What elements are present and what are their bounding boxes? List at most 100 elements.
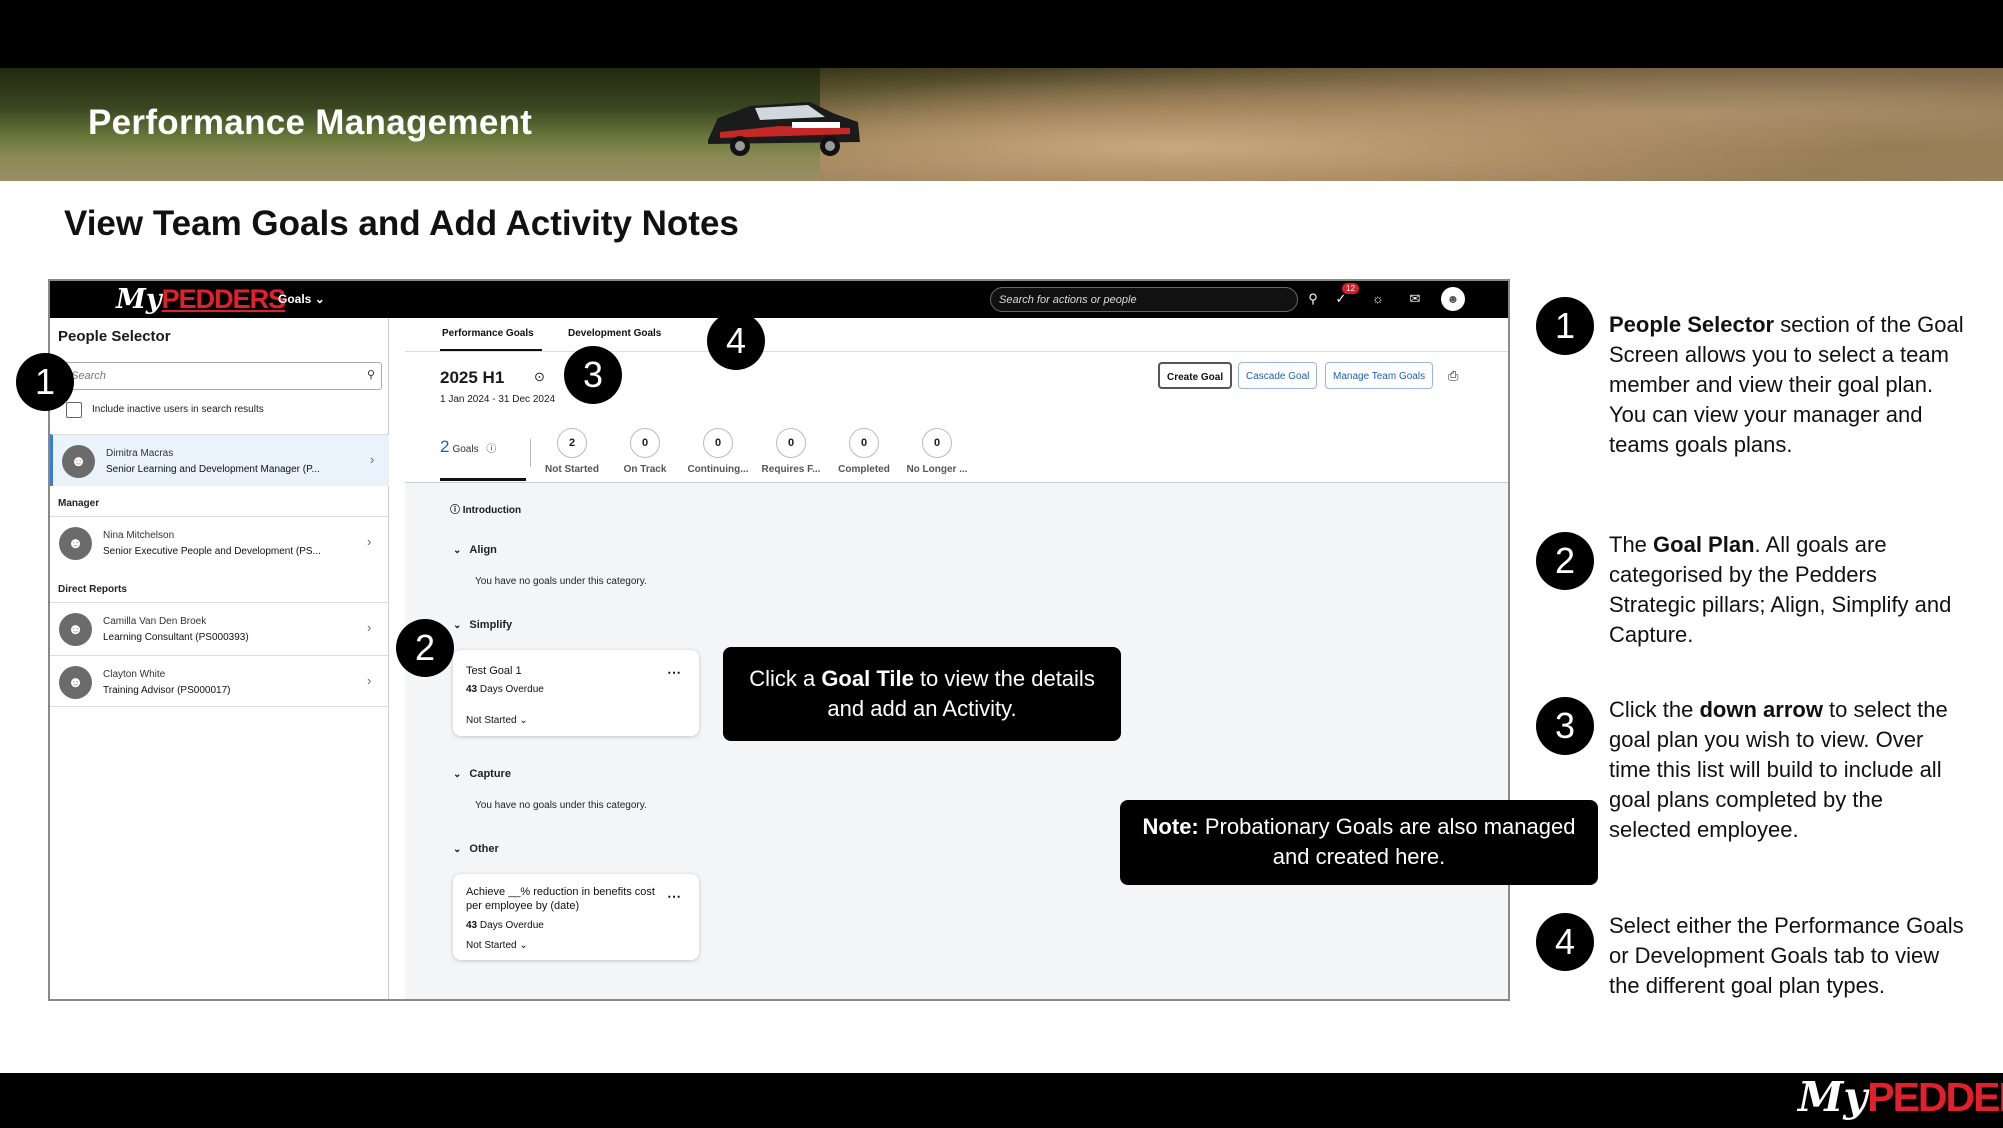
- global-search-input[interactable]: Search for actions or people: [990, 287, 1298, 312]
- top-black-bar: [0, 0, 2003, 68]
- person-name: Dimitra Macras: [106, 448, 174, 459]
- category-capture[interactable]: ⌄ Capture: [453, 768, 511, 780]
- user-avatar[interactable]: ☻: [1441, 287, 1465, 311]
- goal-status-dropdown[interactable]: Not Started ⌄: [466, 715, 528, 726]
- instruction-2-text: The Goal Plan. All goals are categorised…: [1609, 532, 1952, 647]
- instruction-number-4: 4: [1536, 913, 1594, 971]
- chevron-down-icon: ⌄: [314, 292, 325, 306]
- stat-on-track[interactable]: 0 On Track: [605, 428, 685, 475]
- introduction-link[interactable]: ⓘ Introduction: [450, 501, 521, 516]
- notification-count-badge: 12: [1342, 283, 1359, 294]
- instruction-number-1: 1: [1536, 297, 1594, 355]
- probationary-note-callout: Note: Probationary Goals are also manage…: [1120, 800, 1598, 885]
- category-simplify[interactable]: ⌄ Simplify: [453, 619, 512, 631]
- chevron-down-icon: ⌄: [519, 715, 528, 726]
- more-options-icon[interactable]: ⋯: [667, 664, 681, 681]
- more-options-icon[interactable]: ⋯: [667, 888, 681, 905]
- hero-title: Performance Management: [88, 103, 533, 142]
- goals-tab-indicator: [440, 478, 526, 481]
- stat-requires-f[interactable]: 0 Requires F...: [751, 428, 831, 475]
- tabs-divider: [405, 351, 1508, 352]
- instruction-number-3: 3: [1536, 697, 1594, 755]
- selected-person-row[interactable]: ☻ Dimitra Macras Senior Learning and Dev…: [50, 434, 389, 486]
- person-avatar-icon: ☻: [59, 613, 92, 646]
- chevron-down-icon: ⌄: [519, 940, 528, 951]
- category-other[interactable]: ⌄ Other: [453, 843, 499, 855]
- person-name: Camilla Van Den Broek: [103, 616, 207, 627]
- cascade-goal-button[interactable]: Cascade Goal: [1238, 362, 1318, 389]
- chevron-right-icon: ›: [367, 673, 372, 688]
- goal-overdue: 43 Days Overdue: [466, 920, 544, 931]
- slide-title: View Team Goals and Add Activity Notes: [64, 204, 739, 243]
- app-screenshot: MyPEDDERS Goals ⌄ Search for actions or …: [48, 279, 1510, 1001]
- person-role: Senior Executive People and Development …: [103, 546, 321, 557]
- people-search-input[interactable]: Search ⚲: [62, 362, 382, 390]
- instruction-4-text: Select either the Performance Goals or D…: [1609, 913, 1964, 998]
- chevron-down-icon: ⌄: [453, 844, 462, 855]
- print-icon[interactable]: ⎙: [1448, 368, 1458, 384]
- stat-continuing[interactable]: 0 Continuing...: [678, 428, 758, 475]
- create-goal-button[interactable]: Create Goal: [1158, 362, 1233, 389]
- plan-dropdown-arrow-icon[interactable]: ⊙: [534, 369, 545, 385]
- goal-status-dropdown[interactable]: Not Started ⌄: [466, 940, 528, 951]
- person-role: Senior Learning and Development Manager …: [106, 464, 320, 475]
- stats-separator: [530, 439, 531, 467]
- person-avatar-icon: ☻: [59, 527, 92, 560]
- marker-4: 4: [707, 312, 765, 370]
- goal-tile[interactable]: Achieve __% reduction in benefits cost p…: [453, 874, 699, 960]
- bell-icon[interactable]: ✉: [1406, 290, 1424, 308]
- mypedders-logo[interactable]: MyPEDDERS: [116, 284, 286, 315]
- direct-report-row[interactable]: ☻ Camilla Van Den Broek Learning Consult…: [50, 602, 389, 654]
- goals-count-tab[interactable]: 2 Goals ⓘ: [440, 437, 496, 457]
- chevron-right-icon: ›: [367, 534, 372, 549]
- goals-nav-menu[interactable]: Goals ⌄: [278, 292, 325, 306]
- goal-title: Achieve __% reduction in benefits cost p…: [466, 886, 655, 912]
- dust-cloud-image: [820, 68, 2003, 181]
- include-inactive-label: Include inactive users in search results: [92, 404, 264, 415]
- instruction-3-text: Click the down arrow to select the goal …: [1609, 697, 1948, 842]
- marker-3: 3: [564, 346, 622, 404]
- person-avatar-icon: ☻: [62, 445, 95, 478]
- stat-no-longer[interactable]: 0 No Longer ...: [897, 428, 977, 475]
- people-selector-title: People Selector: [58, 328, 171, 345]
- person-name: Nina Mitchelson: [103, 530, 175, 541]
- tab-performance-goals[interactable]: Performance Goals: [442, 328, 534, 339]
- goal-plan-dates: 1 Jan 2024 - 31 Dec 2024: [440, 394, 556, 405]
- marker-1: 1: [16, 353, 74, 411]
- goal-tile-callout: Click a Goal Tile to view the details an…: [723, 647, 1121, 741]
- manager-row[interactable]: ☻ Nina Mitchelson Senior Executive Peopl…: [50, 516, 389, 568]
- chevron-down-icon: ⌄: [453, 620, 462, 631]
- goal-overdue: 43 Days Overdue: [466, 684, 544, 695]
- no-goals-text: You have no goals under this category.: [475, 800, 647, 811]
- chevron-down-icon: ⌄: [453, 769, 462, 780]
- person-role: Training Advisor (PS000017): [103, 685, 231, 696]
- direct-report-row[interactable]: ☻ Clayton White Training Advisor (PS0000…: [50, 655, 389, 707]
- chevron-down-icon: ⌄: [453, 545, 462, 556]
- tab-development-goals[interactable]: Development Goals: [568, 328, 661, 339]
- goal-title: Test Goal 1: [466, 665, 522, 677]
- category-align[interactable]: ⌄ Align: [453, 544, 497, 556]
- person-avatar-icon: ☻: [59, 666, 92, 699]
- rally-car-image: [708, 102, 860, 156]
- chevron-right-icon: ›: [367, 620, 372, 635]
- manager-section-label: Manager: [58, 498, 100, 509]
- footer-mypedders-logo: MyPEDDERS: [1798, 1073, 2003, 1121]
- include-inactive-checkbox[interactable]: [66, 402, 82, 418]
- marker-2: 2: [396, 619, 454, 677]
- search-icon[interactable]: ⚲: [1304, 290, 1322, 308]
- info-icon: ⓘ: [450, 505, 460, 516]
- goal-tile[interactable]: Test Goal 1 ⋯ 43 Days Overdue Not Starte…: [453, 650, 699, 736]
- manage-team-goals-button[interactable]: Manage Team Goals: [1325, 362, 1434, 389]
- person-role: Learning Consultant (PS000393): [103, 632, 249, 643]
- instruction-1-text: People Selector section of the Goal Scre…: [1609, 312, 1964, 457]
- stat-completed[interactable]: 0 Completed: [824, 428, 904, 475]
- chevron-right-icon: ›: [370, 452, 375, 467]
- search-icon[interactable]: ⚲: [367, 368, 375, 381]
- assistant-icon[interactable]: ☼: [1369, 290, 1387, 308]
- direct-reports-section-label: Direct Reports: [58, 584, 127, 595]
- no-goals-text: You have no goals under this category.: [475, 576, 647, 587]
- person-name: Clayton White: [103, 669, 166, 680]
- people-selector-panel: People Selector Search ⚲ Include inactive…: [50, 318, 389, 999]
- stat-not-started[interactable]: 2 Not Started: [532, 428, 612, 475]
- app-top-bar: MyPEDDERS Goals ⌄ Search for actions or …: [50, 281, 1508, 318]
